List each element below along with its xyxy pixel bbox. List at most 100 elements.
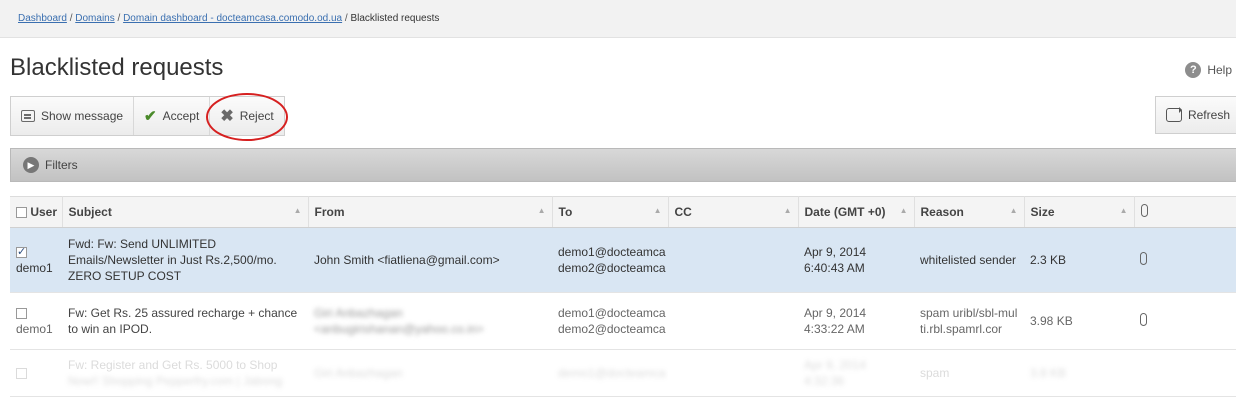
column-user[interactable]: User: [10, 196, 63, 228]
sort-icon: ▲: [293, 206, 302, 215]
cell-from: Giri Anbazhagan <anbugirishanan@yahoo.co.…: [308, 292, 552, 350]
cell-user: demo1: [10, 227, 62, 293]
column-size-label: Size: [1030, 205, 1055, 219]
message-icon: [21, 110, 35, 122]
refresh-button[interactable]: Refresh: [1154, 96, 1236, 134]
cell-reason: whitelisted sender: [914, 227, 1024, 293]
cell-cc: [668, 227, 798, 293]
cell-cc: [668, 349, 798, 397]
sort-icon: ▲: [653, 206, 662, 215]
show-message-label: Show message: [41, 109, 124, 123]
sort-icon: ▲: [1009, 206, 1018, 215]
cell-attachment: [1134, 349, 1236, 397]
to-value: demo2@docteamca: [558, 322, 666, 336]
column-reason-label: Reason: [920, 205, 964, 219]
cell-to: demo1@docteamca demo2@docteamca: [552, 227, 668, 293]
column-attachment[interactable]: [1134, 196, 1236, 228]
from-value: Giri Anbazhagan: [314, 306, 403, 320]
cell-from: Giri Anbazhagan: [308, 349, 552, 397]
cell-reason: spam uribl/sbl-multi.rbl.spamrl.cor: [914, 292, 1024, 350]
refresh-label: Refresh: [1187, 108, 1230, 122]
to-value: demo1@docteamca: [558, 245, 666, 259]
breadcrumb-domains-link[interactable]: Domains: [75, 13, 114, 24]
column-from[interactable]: From ▲: [308, 196, 553, 228]
cell-subject: Fwd: Fw: Send UNLIMITED Emails/Newslette…: [62, 227, 308, 293]
subject-value: Now!! Shopping Pepperfry.com | Jabong: [68, 374, 283, 388]
column-date-label: Date (GMT +0): [804, 205, 886, 219]
column-cc-label: CC: [674, 205, 692, 219]
from-value: Giri Anbazhagan: [314, 366, 403, 380]
table-header-row: User Subject ▲ From ▲ To ▲ CC ▲ Date (GMT +0…: [10, 196, 1236, 228]
cell-size: 3.98 KB: [1024, 292, 1134, 350]
page-title: Blacklisted requests: [10, 54, 224, 81]
subject-value: Fw: Register and Get Rs. 5000 to Shop: [68, 358, 278, 372]
accept-label: Accept: [162, 109, 200, 123]
refresh-icon: [1165, 107, 1182, 122]
cell-user: [10, 349, 62, 397]
sort-icon: ▲: [1119, 206, 1128, 215]
cell-cc: [668, 292, 798, 350]
column-date[interactable]: Date (GMT +0) ▲: [798, 196, 915, 228]
user-value: demo1: [16, 322, 53, 336]
table-row[interactable]: Fw: Register and Get Rs. 5000 to Shop Now…: [10, 349, 1236, 397]
sort-icon: ▲: [783, 206, 792, 215]
cell-user: demo1: [10, 292, 62, 350]
show-message-button[interactable]: Show message: [11, 97, 135, 135]
to-value: demo1@docteamca: [558, 306, 666, 320]
cell-reason: spam: [914, 349, 1024, 397]
cell-to: demo1@docteamca demo2@docteamca: [552, 292, 668, 350]
from-value: <anbugirishanan@yahoo.co.in>: [314, 322, 484, 336]
filters-label: Filters: [45, 158, 78, 172]
to-value: demo2@docteamca: [558, 261, 666, 275]
reason-value: spam: [920, 366, 950, 380]
column-subject[interactable]: Subject ▲: [62, 196, 309, 228]
cell-subject: Fw: Register and Get Rs. 5000 to Shop Now…: [62, 349, 308, 397]
paperclip-icon: [1140, 251, 1147, 265]
help-icon: ?: [1185, 62, 1202, 78]
cell-subject: Fw: Get Rs. 25 assured recharge + chance…: [62, 292, 308, 350]
accept-button[interactable]: ✔ Accept: [134, 97, 211, 135]
sort-icon: ▲: [537, 206, 546, 215]
select-all-checkbox[interactable]: [16, 207, 27, 219]
cell-size: 2.3 KB: [1024, 227, 1134, 293]
reject-label: Reject: [239, 109, 274, 123]
chevron-right-icon: ▶: [23, 157, 39, 173]
toolbar: Show message ✔ Accept ✖ Reject: [10, 93, 288, 141]
row-checkbox[interactable]: [16, 244, 27, 260]
user-value: demo1: [16, 261, 53, 275]
reject-button[interactable]: ✖ Reject: [206, 93, 288, 141]
table-row[interactable]: demo1 Fwd: Fw: Send UNLIMITED Emails/New…: [10, 227, 1236, 293]
checkmark-icon: ✔: [144, 108, 157, 125]
table-row[interactable]: demo1 Fw: Get Rs. 25 assured recharge + …: [10, 292, 1236, 350]
filters-bar[interactable]: ▶ Filters: [10, 148, 1236, 182]
column-size[interactable]: Size ▲: [1024, 196, 1135, 228]
column-to-label: To: [558, 205, 573, 219]
column-reason[interactable]: Reason ▲: [914, 196, 1025, 228]
cell-date: Apr 9, 2014 6:40:43 AM: [798, 227, 914, 293]
row-checkbox[interactable]: [16, 368, 27, 380]
help-link[interactable]: ? Help: [1185, 62, 1236, 78]
date-value: Apr 9, 2014 4:32:36: [804, 358, 867, 388]
column-from-label: From: [314, 205, 345, 219]
requests-table: User Subject ▲ From ▲ To ▲ CC ▲ Date (GMT +0…: [10, 196, 1236, 397]
cell-size: 3.8 KB: [1024, 349, 1134, 397]
column-subject-label: Subject: [68, 205, 112, 219]
row-checkbox[interactable]: [16, 308, 27, 320]
column-cc[interactable]: CC ▲: [668, 196, 799, 228]
paperclip-icon: [1140, 204, 1148, 217]
cell-attachment: [1134, 227, 1236, 293]
to-value: demo1@docteamca: [558, 366, 666, 380]
help-label: Help: [1207, 63, 1232, 77]
breadcrumb: Dashboard / Domains / Domain dashboard -…: [0, 0, 1236, 38]
breadcrumb-domain-dashboard-link[interactable]: Domain dashboard - docteamcasa.comodo.od…: [123, 13, 342, 24]
size-value: 3.8 KB: [1030, 366, 1067, 380]
cell-date: Apr 9, 2014 4:33:22 AM: [798, 292, 914, 350]
sort-icon: ▲: [899, 206, 908, 215]
breadcrumb-dashboard-link[interactable]: Dashboard: [18, 13, 67, 24]
cell-attachment: [1134, 292, 1236, 350]
paperclip-icon: [1140, 312, 1147, 326]
column-to[interactable]: To ▲: [552, 196, 669, 228]
close-icon: ✖: [220, 108, 234, 125]
column-user-label: User: [30, 205, 58, 219]
breadcrumb-current: Blacklisted requests: [350, 13, 440, 24]
